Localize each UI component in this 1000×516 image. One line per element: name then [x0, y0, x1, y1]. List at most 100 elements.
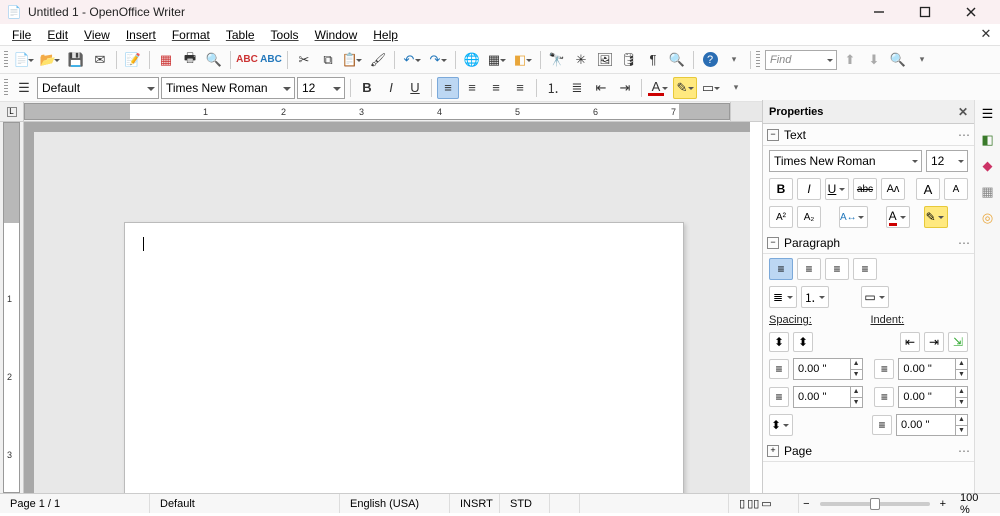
toolbar-grip[interactable]	[4, 51, 8, 69]
align-justify-button[interactable]: ≡	[509, 77, 531, 99]
highlight-color-button[interactable]: ✎	[673, 77, 697, 99]
nonprinting-chars-button[interactable]: ¶	[642, 49, 664, 71]
data-sources-button[interactable]: 🛢	[618, 49, 640, 71]
new-button[interactable]: 📄	[13, 49, 37, 71]
toolbar-overflow-button[interactable]: ▾	[723, 49, 745, 71]
prop-spacing-button[interactable]: A↔	[839, 206, 868, 228]
formatting-overflow-button[interactable]: ▾	[725, 77, 747, 99]
font-name-combo[interactable]: Times New Roman	[161, 77, 295, 99]
decrease-spacing-button[interactable]: ⬍	[793, 332, 813, 352]
increase-spacing-button[interactable]: ⬍	[769, 332, 789, 352]
before-indent-spin[interactable]: 0.00 "▲▼	[898, 358, 968, 380]
align-left-button[interactable]: ≡	[437, 77, 459, 99]
prop-strike-button[interactable]: abc	[853, 178, 877, 200]
find-all-button[interactable]: 🔍	[887, 49, 909, 71]
prop-shadow-button[interactable]: Aʌ	[881, 178, 905, 200]
hyperlink-button[interactable]: 🌐	[461, 49, 483, 71]
undo-button[interactable]: ↶	[400, 49, 424, 71]
prop-para-bgcolor-button[interactable]: ▭	[861, 286, 889, 308]
below-spacing-spin[interactable]: 0.00 "▲▼	[793, 386, 863, 408]
menu-edit[interactable]: Edit	[39, 26, 76, 44]
find-overflow-button[interactable]: ▾	[911, 49, 933, 71]
status-selection-mode[interactable]: STD	[500, 494, 550, 513]
redo-button[interactable]: ↷	[426, 49, 450, 71]
status-style[interactable]: Default	[150, 494, 340, 513]
export-pdf-button[interactable]: ▦	[155, 49, 177, 71]
prop-bold-button[interactable]: B	[769, 178, 793, 200]
bullet-list-button[interactable]: ≣	[566, 77, 588, 99]
auto-spellcheck-button[interactable]: ABC	[260, 49, 282, 71]
bold-button[interactable]: B	[356, 77, 378, 99]
firstline-indent-spin[interactable]: 0.00 "▲▼	[896, 414, 968, 436]
increase-indent-button[interactable]: ⇥	[924, 332, 944, 352]
format-paintbrush-button[interactable]: 🖌	[367, 49, 389, 71]
hanging-indent-button[interactable]: ⇲	[948, 332, 968, 352]
print-preview-button[interactable]: 🔍	[203, 49, 225, 71]
zoom-in-button[interactable]: +	[936, 494, 950, 513]
dock-gallery-button[interactable]: ▦	[978, 182, 998, 202]
window-maximize-button[interactable]	[902, 0, 948, 24]
window-close-button[interactable]	[948, 0, 994, 24]
find-toolbar-grip[interactable]	[756, 51, 760, 69]
italic-button[interactable]: I	[380, 77, 402, 99]
print-button[interactable]: 🖶	[179, 49, 201, 71]
document-area[interactable]	[24, 122, 750, 493]
more-options-button[interactable]: ⋯	[958, 236, 970, 250]
insert-table-button[interactable]: ▦	[485, 49, 509, 71]
prop-subscript-button[interactable]: A₂	[797, 206, 821, 228]
dock-properties-button[interactable]: ◧	[978, 130, 998, 150]
show-draw-functions-button[interactable]: ◧	[511, 49, 535, 71]
prop-font-combo[interactable]: Times New Roman	[769, 150, 922, 172]
document-close-button[interactable]: ✕	[978, 26, 994, 42]
status-zoom[interactable]: 100 %	[950, 494, 1000, 513]
help-button[interactable]: ?	[699, 49, 721, 71]
prop-highlight-button[interactable]: ✎	[924, 206, 948, 228]
menu-view[interactable]: View	[76, 26, 118, 44]
dock-navigator-button[interactable]: ◎	[978, 208, 998, 228]
prop-bullet-list-button[interactable]: ≣	[769, 286, 797, 308]
page-section-header[interactable]: + Page ⋯	[763, 440, 974, 462]
formatting-grip[interactable]	[4, 79, 8, 97]
find-input[interactable]: Find	[765, 50, 837, 70]
horizontal-ruler[interactable]: 1 2 3 4 5 6 7	[24, 103, 730, 120]
find-replace-button[interactable]: 🔭	[546, 49, 568, 71]
prop-numbered-list-button[interactable]: ⒈	[801, 286, 829, 308]
prop-align-right-button[interactable]: ≡	[825, 258, 849, 280]
gallery-button[interactable]: 🖼	[594, 49, 616, 71]
status-language[interactable]: English (USA)	[340, 494, 450, 513]
zoom-slider[interactable]	[820, 502, 930, 506]
sidebar-settings-button[interactable]: ☰	[978, 104, 998, 124]
paragraph-style-combo[interactable]: Default	[37, 77, 159, 99]
status-page[interactable]: Page 1 / 1	[0, 494, 150, 513]
font-size-combo[interactable]: 12	[297, 77, 345, 99]
menu-insert[interactable]: Insert	[118, 26, 164, 44]
copy-button[interactable]: ⧉	[317, 49, 339, 71]
zoom-button[interactable]: 🔍	[666, 49, 688, 71]
find-next-button[interactable]: ⬇	[863, 49, 885, 71]
more-options-button[interactable]: ⋯	[958, 128, 970, 142]
vertical-ruler[interactable]: 1 2 3	[0, 122, 24, 493]
status-insert-mode[interactable]: INSRT	[450, 494, 500, 513]
spellcheck-button[interactable]: ABC	[236, 49, 258, 71]
menu-format[interactable]: Format	[164, 26, 218, 44]
after-indent-spin[interactable]: 0.00 "▲▼	[898, 386, 968, 408]
increase-indent-button[interactable]: ⇥	[614, 77, 636, 99]
status-view-layout[interactable]: ▯ ▯▯ ▭	[729, 494, 799, 513]
menu-window[interactable]: Window	[307, 26, 366, 44]
decrease-indent-button[interactable]: ⇤	[590, 77, 612, 99]
more-options-button[interactable]: ⋯	[958, 444, 970, 458]
edit-file-button[interactable]: 📝	[122, 49, 144, 71]
paste-button[interactable]: 📋	[341, 49, 365, 71]
navigator-button[interactable]: ✳	[570, 49, 592, 71]
save-button[interactable]: 💾	[65, 49, 87, 71]
document-page[interactable]	[124, 222, 684, 493]
prop-font-color-button[interactable]: A	[886, 206, 910, 228]
above-spacing-spin[interactable]: 0.00 "▲▼	[793, 358, 863, 380]
numbered-list-button[interactable]: ⒈	[542, 77, 564, 99]
dock-styles-button[interactable]: ◆	[978, 156, 998, 176]
zoom-out-button[interactable]: −	[799, 494, 813, 513]
cut-button[interactable]: ✂	[293, 49, 315, 71]
background-color-button[interactable]: ▭	[699, 77, 723, 99]
prop-size-combo[interactable]: 12	[926, 150, 968, 172]
align-center-button[interactable]: ≡	[461, 77, 483, 99]
